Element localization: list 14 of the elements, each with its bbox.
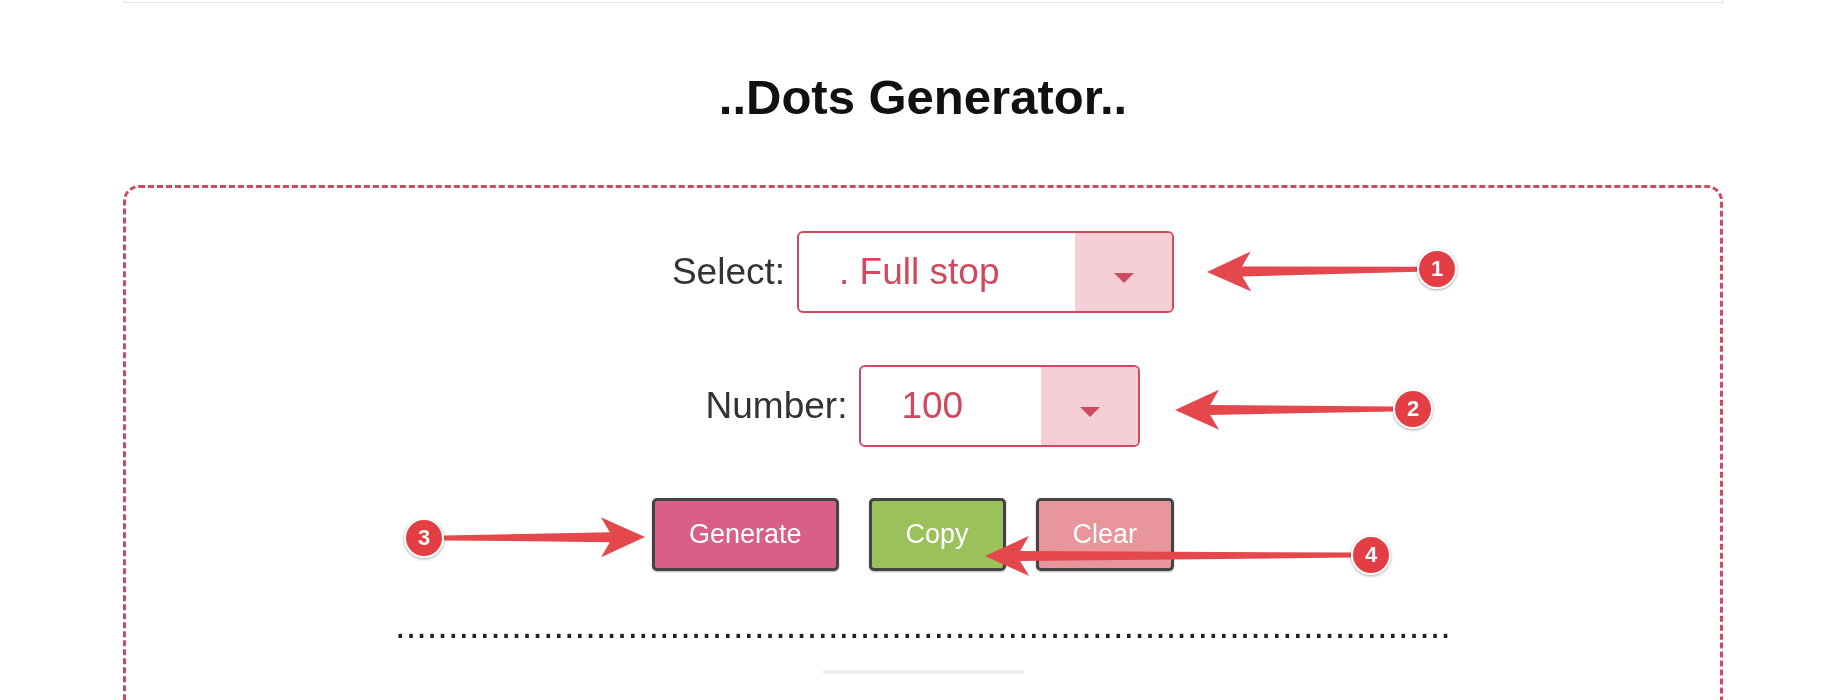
dots-output: .................................................................................................... — [395, 603, 1451, 647]
field-label: Number: — [705, 384, 848, 428]
step-badge: 4 — [1351, 535, 1391, 575]
caret-icon — [1113, 273, 1134, 283]
dropdown-field[interactable]: 100 — [859, 365, 1141, 447]
step-badge: 2 — [1393, 389, 1433, 429]
step-badge: 1 — [1417, 249, 1457, 289]
dropdown-field[interactable]: . Full stop — [797, 231, 1175, 313]
action-button[interactable]: Generate — [651, 498, 839, 571]
action-button[interactable]: Copy — [868, 498, 1006, 571]
caret-icon — [1079, 407, 1100, 417]
page-title: ..Dots Generator.. — [718, 69, 1128, 126]
step-badge: 3 — [404, 518, 444, 558]
field-label: Select: — [671, 250, 786, 294]
